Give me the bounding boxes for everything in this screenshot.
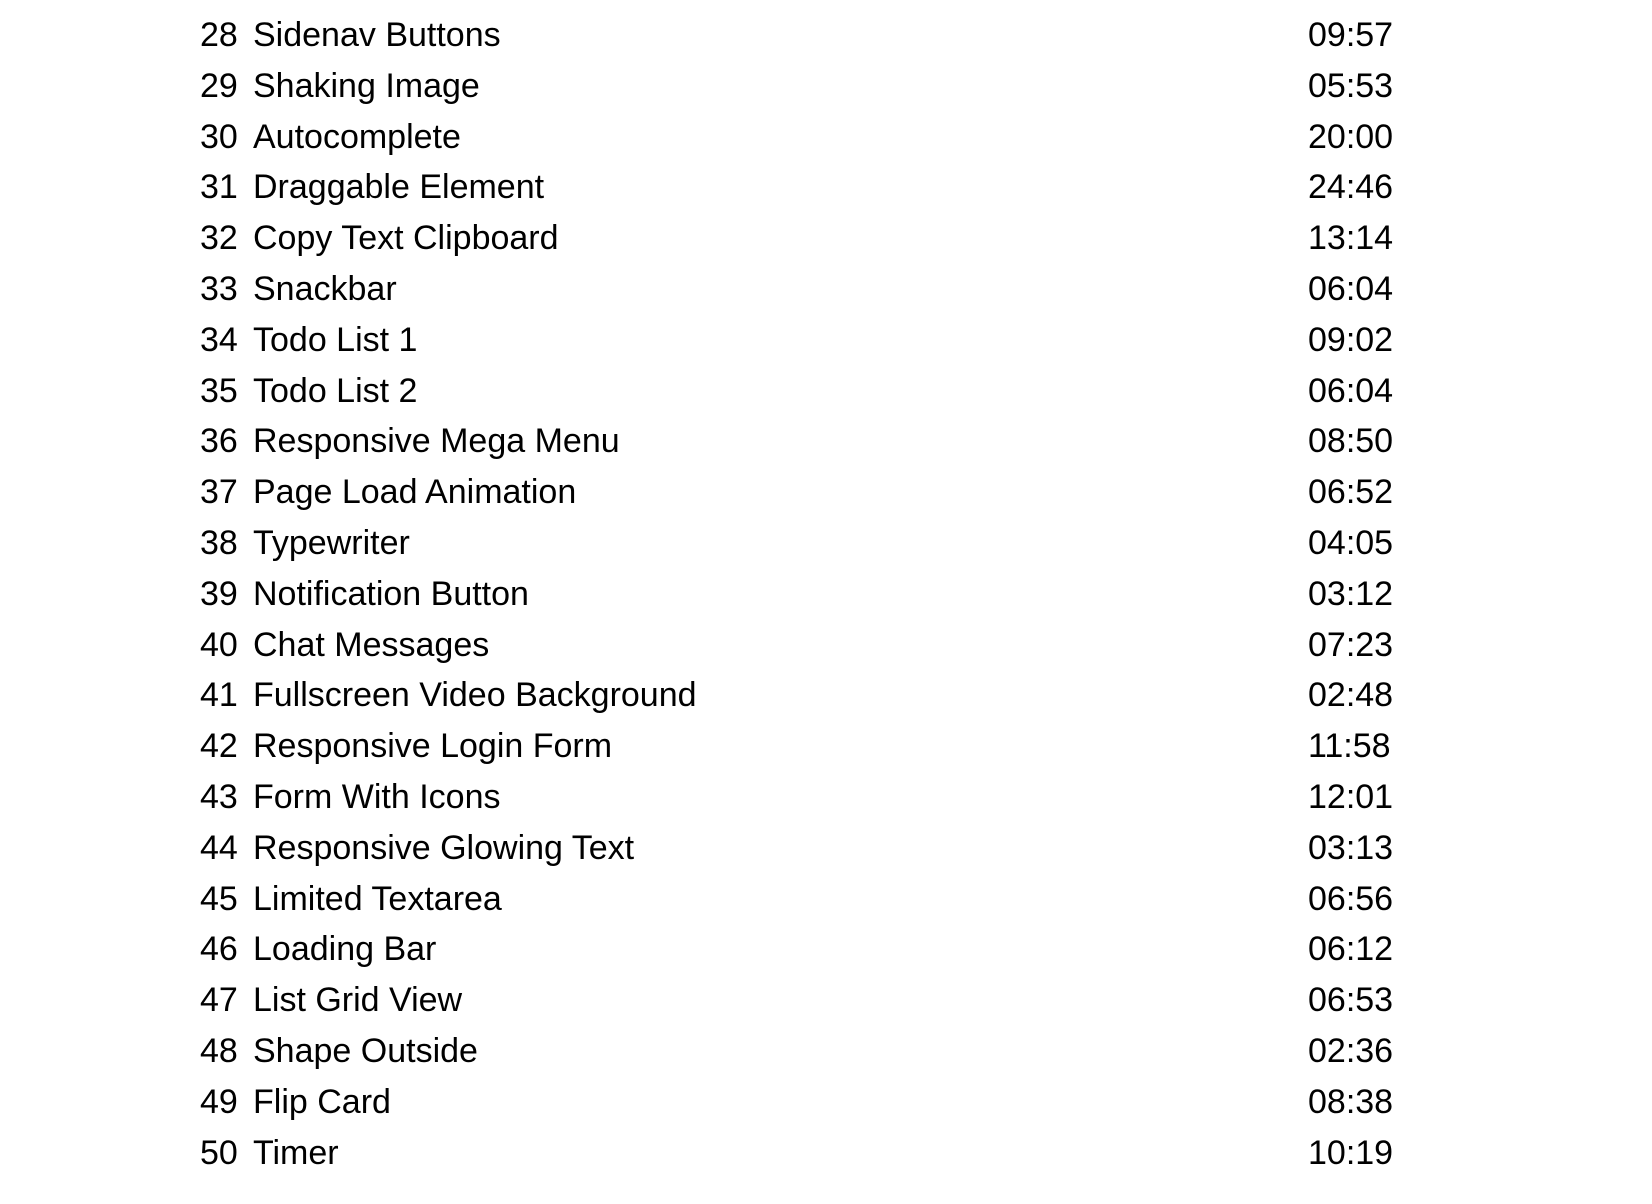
lesson-title: Notification Button: [253, 574, 529, 613]
lesson-number: 38: [200, 523, 238, 562]
lesson-duration: 02:36: [1308, 1031, 1394, 1070]
lesson-number: 28: [200, 16, 238, 54]
lesson-duration: 02:48: [1308, 676, 1394, 715]
lesson-duration: 05:53: [1308, 66, 1394, 105]
list-item: 38 Typewriter 04:05: [200, 518, 1400, 569]
list-item: 40 Chat Messages 07:23: [200, 620, 1400, 671]
lesson-number: 29: [200, 66, 238, 105]
lesson-number: 32: [200, 219, 238, 258]
lesson-title: Shape Outside: [253, 1031, 478, 1070]
lesson-number: 46: [200, 930, 238, 969]
lesson-duration: 03:13: [1308, 828, 1394, 867]
list-item: 39 Notification Button 03:12: [200, 569, 1400, 620]
lesson-duration: 06:04: [1308, 371, 1394, 410]
lesson-title: Copy Text Clipboard: [253, 219, 559, 258]
list-item: 36 Responsive Mega Menu 08:50: [200, 416, 1400, 467]
lesson-title: Loading Bar: [253, 930, 437, 969]
lesson-title: Sidenav Buttons: [253, 16, 501, 54]
lesson-duration: 06:53: [1308, 981, 1394, 1020]
lesson-number: 31: [200, 168, 238, 207]
lesson-duration: 06:04: [1308, 269, 1394, 308]
lesson-number: 30: [200, 117, 238, 156]
lesson-title: List Grid View: [253, 981, 463, 1020]
lesson-number: 43: [200, 777, 238, 816]
lesson-title: Snackbar: [253, 269, 397, 308]
lesson-number: 45: [200, 879, 238, 918]
list-item: 43 Form With Icons 12:01: [200, 772, 1400, 823]
list-item: 32 Copy Text Clipboard 13:14: [200, 213, 1400, 264]
list-item: 33 Snackbar 06:04: [200, 264, 1400, 315]
lesson-duration: 11:58: [1308, 727, 1391, 766]
lesson-title: Timer: [253, 1133, 339, 1172]
lesson-number: 33: [200, 269, 238, 308]
list-item: 45 Limited Textarea 06:56: [200, 874, 1400, 925]
list-item: 50 Timer 10:19: [200, 1128, 1400, 1179]
lesson-title: Responsive Glowing Text: [253, 828, 635, 867]
list-item: 37 Page Load Animation 06:52: [200, 467, 1400, 518]
lesson-title: Form With Icons: [253, 777, 501, 816]
lesson-title: Shaking Image: [253, 66, 480, 105]
list-item: 31 Draggable Element 24:46: [200, 162, 1400, 213]
lesson-number: 36: [200, 422, 238, 461]
lesson-list: 28 Sidenav Buttons 09:57 29 Shaking Image 05…: [200, 10, 1400, 1178]
lesson-duration: 20:00: [1308, 117, 1394, 156]
list-item: 41 Fullscreen Video Background 02:48: [200, 670, 1400, 721]
list-item: 48 Shape Outside 02:36: [200, 1026, 1400, 1077]
lesson-duration: 09:57: [1308, 16, 1394, 54]
list-item: 35 Todo List 2 06:04: [200, 366, 1400, 417]
lesson-title: Responsive Login Form: [253, 727, 613, 766]
lesson-title: Responsive Mega Menu: [253, 422, 620, 461]
lesson-title: Limited Textarea: [253, 879, 502, 918]
lesson-duration: 12:01: [1308, 777, 1394, 816]
lesson-number: 39: [200, 574, 238, 613]
lesson-duration: 06:56: [1308, 879, 1394, 918]
lesson-number: 37: [200, 473, 238, 512]
lesson-number: 50: [200, 1133, 238, 1172]
lesson-number: 34: [200, 320, 238, 359]
lesson-title: Todo List 1: [253, 320, 418, 359]
list-item: 30 Autocomplete 20:00: [200, 112, 1400, 163]
lesson-number: 49: [200, 1082, 238, 1121]
list-item: 47 List Grid View 06:53: [200, 975, 1400, 1026]
list-item: 28 Sidenav Buttons 09:57: [200, 10, 1400, 61]
lesson-title: Page Load Animation: [253, 473, 577, 512]
lesson-duration: 09:02: [1308, 320, 1394, 359]
lesson-duration: 03:12: [1308, 574, 1394, 613]
list-item: 44 Responsive Glowing Text 03:13: [200, 823, 1400, 874]
list-item: 34 Todo List 1 09:02: [200, 315, 1400, 366]
list-item: 49 Flip Card 08:38: [200, 1077, 1400, 1128]
lesson-duration: 08:50: [1308, 422, 1394, 461]
lesson-title: Todo List 2: [253, 371, 418, 410]
lesson-title: Autocomplete: [253, 117, 461, 156]
lesson-number: 35: [200, 371, 238, 410]
lesson-number: 44: [200, 828, 238, 867]
lesson-title: Typewriter: [253, 523, 410, 562]
list-item: 29 Shaking Image 05:53: [200, 61, 1400, 112]
list-item: 46 Loading Bar 06:12: [200, 924, 1400, 975]
lesson-duration: 06:52: [1308, 473, 1394, 512]
lesson-title: Draggable Element: [253, 168, 545, 207]
lesson-number: 40: [200, 625, 238, 664]
lesson-title: Flip Card: [253, 1082, 391, 1121]
lesson-duration: 24:46: [1308, 168, 1394, 207]
lesson-duration: 07:23: [1308, 625, 1394, 664]
lesson-duration: 06:12: [1308, 930, 1394, 969]
lesson-duration: 04:05: [1308, 523, 1394, 562]
lesson-duration: 08:38: [1308, 1082, 1394, 1121]
lesson-title: Fullscreen Video Background: [253, 676, 697, 715]
lesson-number: 42: [200, 727, 238, 766]
lesson-title: Chat Messages: [253, 625, 490, 664]
lesson-duration: 13:14: [1308, 219, 1394, 258]
lesson-duration: 10:19: [1308, 1133, 1394, 1172]
lesson-number: 41: [200, 676, 238, 715]
lesson-number: 48: [200, 1031, 238, 1070]
lesson-number: 47: [200, 981, 238, 1020]
list-item: 42 Responsive Login Form 11:58: [200, 721, 1400, 772]
